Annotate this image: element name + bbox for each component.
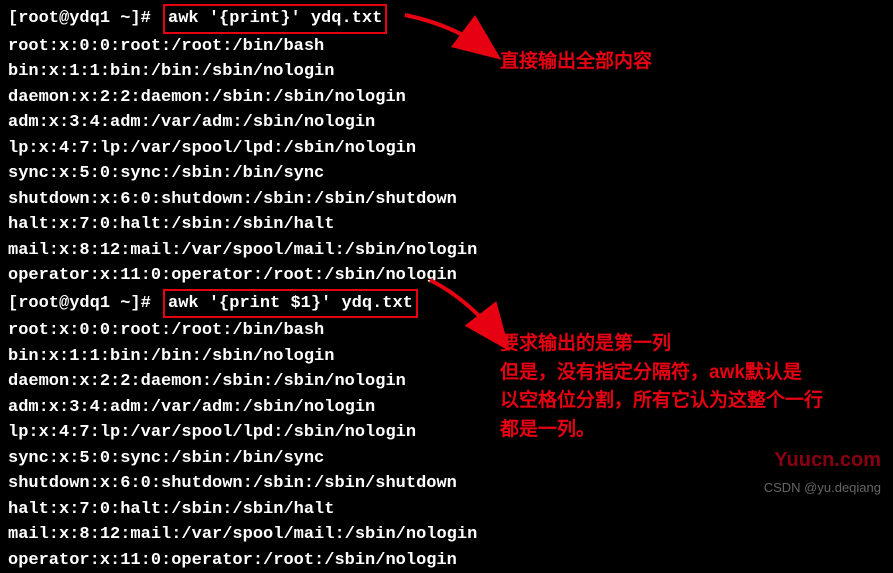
output1-line-1: bin:x:1:1:bin:/bin:/sbin/nologin [8,59,885,85]
output2-line-6: shutdown:x:6:0:shutdown:/sbin:/sbin/shut… [8,471,885,497]
command-1-text: awk '{print}' ydq.txt [168,9,382,28]
output1-line-5: sync:x:5:0:sync:/sbin:/bin/sync [8,161,885,187]
watermark-csdn: CSDN @yu.deqiang [764,478,881,498]
output1-line-4: lp:x:4:7:lp:/var/spool/lpd:/sbin/nologin [8,136,885,162]
command-box-2: awk '{print $1}' ydq.txt [163,289,418,319]
output1-line-8: mail:x:8:12:mail:/var/spool/mail:/sbin/n… [8,238,885,264]
shell-prompt: [root@ydq1 ~]# [8,9,161,28]
annotation-2-line3: 以空格位分割，所有它认为这整个一行 [500,387,823,416]
output1-line-0: root:x:0:0:root:/root:/bin/bash [8,34,885,60]
shell-prompt-2: [root@ydq1 ~]# [8,294,161,313]
annotation-2-line1: 要求输出的是第一列 [500,330,823,359]
annotation-1: 直接输出全部内容 [500,48,652,77]
annotation-1-text: 直接输出全部内容 [500,51,652,72]
output2-line-9: operator:x:11:0:operator:/root:/sbin/nol… [8,548,885,573]
output1-line-2: daemon:x:2:2:daemon:/sbin:/sbin/nologin [8,85,885,111]
annotation-2: 要求输出的是第一列 但是，没有指定分隔符，awk默认是 以空格位分割，所有它认为… [500,330,823,444]
watermark-yuucn: Yuucn.com [774,445,881,475]
output2-line-7: halt:x:7:0:halt:/sbin:/sbin/halt [8,497,885,523]
output2-line-5: sync:x:5:0:sync:/sbin:/bin/sync [8,446,885,472]
output1-line-3: adm:x:3:4:adm:/var/adm:/sbin/nologin [8,110,885,136]
prompt-line-1: [root@ydq1 ~]# awk '{print}' ydq.txt [8,4,885,34]
output1-line-7: halt:x:7:0:halt:/sbin:/sbin/halt [8,212,885,238]
annotation-2-line4: 都是一列。 [500,416,823,445]
output1-line-9: operator:x:11:0:operator:/root:/sbin/nol… [8,263,885,289]
prompt-line-2: [root@ydq1 ~]# awk '{print $1}' ydq.txt [8,289,885,319]
annotation-2-line2: 但是，没有指定分隔符，awk默认是 [500,359,823,388]
output1-line-6: shutdown:x:6:0:shutdown:/sbin:/sbin/shut… [8,187,885,213]
command-box-1: awk '{print}' ydq.txt [163,4,387,34]
command-2-text: awk '{print $1}' ydq.txt [168,294,413,313]
output2-line-8: mail:x:8:12:mail:/var/spool/mail:/sbin/n… [8,522,885,548]
